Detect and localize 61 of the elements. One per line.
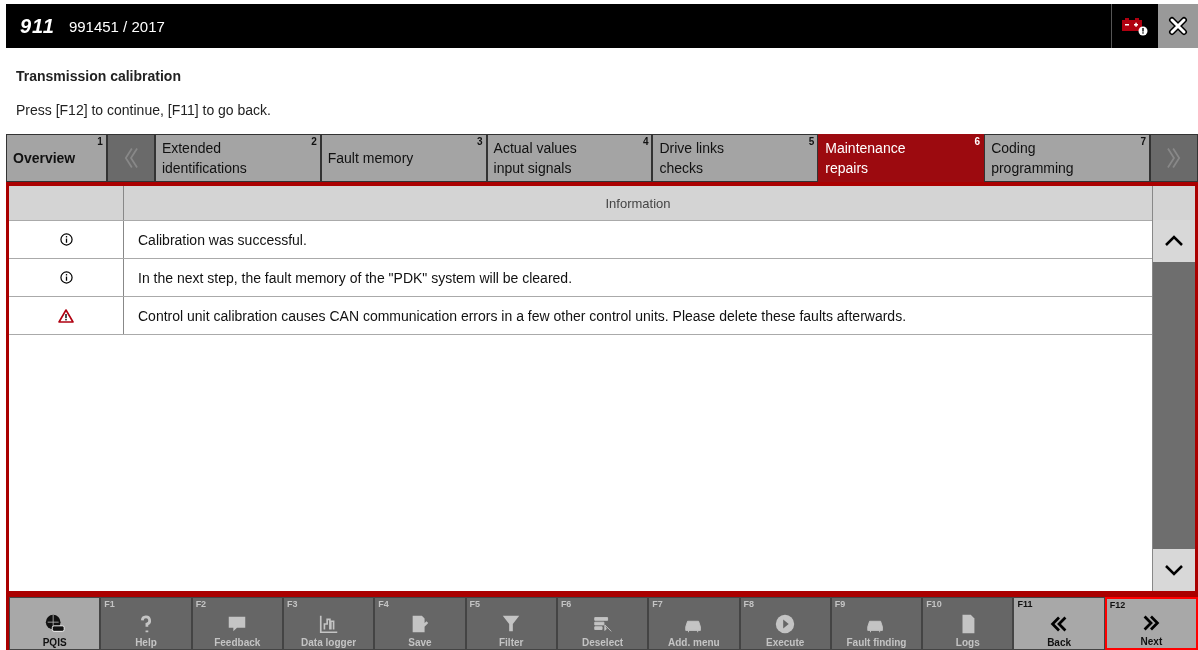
key-label: F10 — [926, 599, 942, 609]
key-label: F4 — [378, 599, 389, 609]
key-label: F11 — [1017, 599, 1033, 609]
key-label: F12 — [1109, 600, 1126, 610]
tab-label: Coding programming — [991, 139, 1075, 178]
toolbar-button[interactable]: F11 Back — [1013, 597, 1105, 650]
tab[interactable]: Actual values input signals 4 — [486, 134, 653, 182]
info-icon — [59, 271, 73, 284]
key-label: F3 — [286, 599, 298, 609]
tab-number: 1 — [97, 136, 103, 147]
tab[interactable]: Drive links checks 5 — [652, 134, 819, 182]
toolbar-button[interactable]: PQIS — [9, 597, 101, 650]
play-icon — [774, 613, 797, 635]
tab-number: 2 — [311, 136, 317, 147]
tab[interactable]: Extended identifications 2 — [154, 134, 321, 182]
tab[interactable]: Fault memory 3 — [320, 134, 487, 182]
warning-icon — [58, 308, 74, 323]
tab-number: 3 — [477, 136, 483, 147]
table-cell-text: In the next step, the fault memory of the "PDK" system will be cleared. — [137, 268, 574, 288]
globe-car-icon — [43, 613, 66, 635]
instruction-text: Press [F12] to continue, [F11] to go back. — [16, 102, 272, 118]
tab-number: 4 — [642, 136, 649, 147]
scrollbar[interactable] — [1152, 186, 1195, 591]
key-label: F9 — [834, 599, 846, 609]
tab[interactable]: Overview 1 — [6, 134, 107, 182]
key-label: F6 — [560, 599, 572, 609]
logo: 911 — [20, 14, 55, 38]
table-cell-text: Control unit calibration causes CAN communication errors in a few other control units. Please delete these faults afterwards. — [137, 306, 908, 326]
vehicle-id: 991451 / 2017 — [68, 17, 165, 35]
column-header: Information — [604, 194, 672, 213]
tab-label: Actual values input signals — [493, 139, 578, 178]
battery-warning-icon[interactable] — [1122, 16, 1148, 36]
chevron-down-icon — [1164, 564, 1184, 576]
scroll-up-button[interactable] — [1153, 220, 1195, 262]
scroll-down-button[interactable] — [1153, 549, 1195, 591]
tab-label: Overview — [13, 149, 76, 168]
chevron-up-icon — [1164, 235, 1184, 247]
tab-label: Fault memory — [327, 149, 415, 168]
toolbar-button[interactable]: F12 Next — [1104, 597, 1198, 650]
key-label: F7 — [652, 599, 663, 609]
table-cell-text: Calibration was successful. — [137, 230, 308, 250]
key-label: F5 — [469, 599, 481, 609]
close-icon — [1168, 16, 1188, 36]
tab-label: Extended identifications — [161, 139, 248, 178]
tab-number: 7 — [1140, 136, 1147, 147]
scroll-tabs-button[interactable] — [1150, 134, 1198, 182]
chart-icon — [317, 613, 340, 635]
page-title: Transmission calibration — [16, 68, 182, 84]
key-label: F8 — [743, 599, 754, 609]
tab-number: 5 — [808, 136, 815, 147]
key-label: F2 — [195, 599, 207, 609]
scroll-tabs-button[interactable] — [106, 134, 155, 182]
close-button[interactable] — [1158, 4, 1198, 48]
tab[interactable]: Coding programming 7 — [984, 134, 1151, 182]
chevron-icon — [1165, 145, 1183, 171]
tab-label: Drive links checks — [659, 139, 726, 178]
key-label: F1 — [104, 599, 115, 609]
tab[interactable]: Maintenance repairs 6 — [818, 134, 985, 182]
tab-label: Maintenance repairs — [825, 139, 907, 178]
info-icon — [59, 233, 73, 246]
tab-number: 6 — [974, 136, 981, 147]
